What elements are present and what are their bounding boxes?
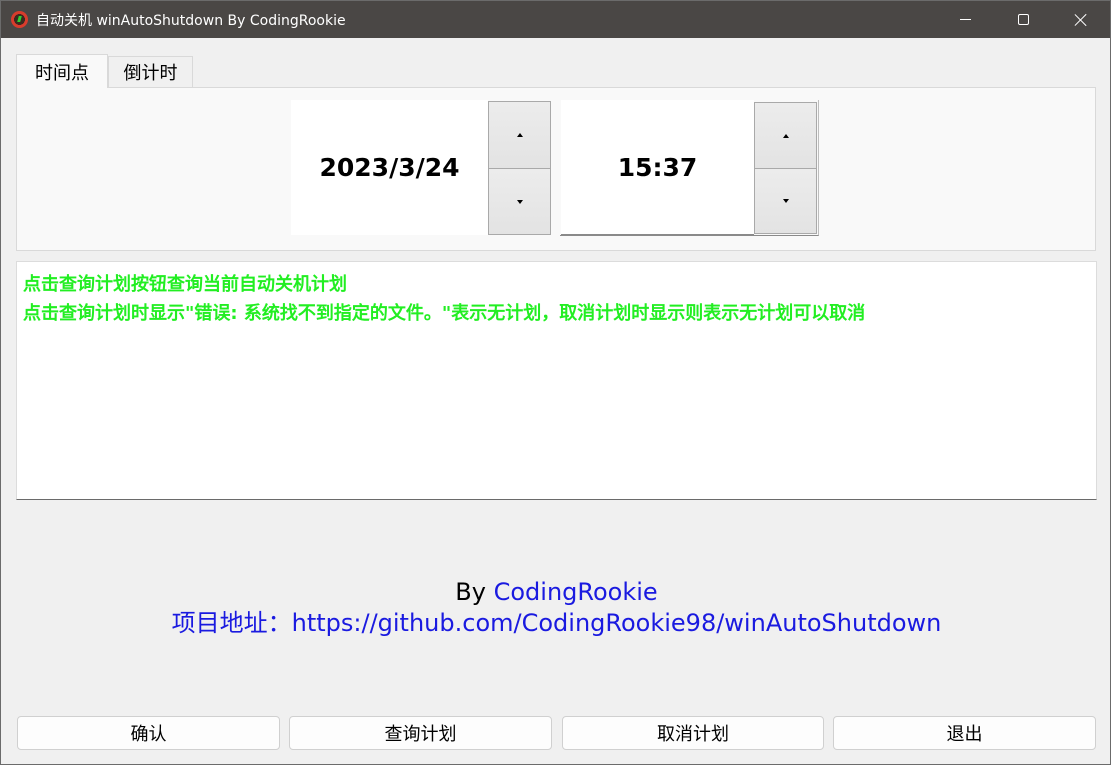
cancel-plan-button[interactable]: 取消计划 [562, 716, 824, 750]
date-decrement-button[interactable] [488, 168, 551, 235]
minimize-icon [959, 19, 971, 20]
title-bar[interactable]: 自动关机 winAutoShutdown By CodingRookie [1, 1, 1110, 38]
close-button[interactable] [1052, 1, 1110, 38]
output-textarea[interactable]: 点击查询计划按钮查询当前自动关机计划 点击查询计划时显示"错误: 系统找不到指定… [16, 261, 1097, 500]
author-credit: By CodingRookie [1, 577, 1111, 607]
output-line: 点击查询计划时显示"错误: 系统找不到指定的文件。"表示无计划，取消计划时显示则… [23, 303, 866, 324]
window-title: 自动关机 winAutoShutdown By CodingRookie [36, 13, 346, 29]
close-icon [1074, 13, 1088, 27]
time-input[interactable]: 15:37 [561, 100, 754, 235]
project-url-link[interactable]: https://github.com/CodingRookie98/winAut… [292, 609, 942, 637]
tab-countdown[interactable]: 倒计时 [108, 56, 193, 87]
time-increment-button[interactable] [754, 102, 817, 169]
tab-panel [16, 87, 1096, 251]
maximize-icon [1017, 14, 1029, 25]
minimize-button[interactable] [936, 1, 994, 38]
date-input[interactable]: 2023/3/24 [291, 100, 488, 235]
time-decrement-button[interactable] [754, 168, 817, 234]
tab-time-point[interactable]: 时间点 [16, 54, 108, 88]
maximize-button[interactable] [994, 1, 1052, 38]
date-increment-button[interactable] [488, 101, 551, 169]
confirm-button[interactable]: 确认 [17, 716, 280, 750]
app-window: 自动关机 winAutoShutdown By CodingRookie 时间点… [0, 0, 1111, 765]
caret-up-icon [782, 133, 789, 138]
caret-up-icon [516, 133, 523, 137]
query-plan-button[interactable]: 查询计划 [289, 716, 552, 750]
project-label: 项目地址： [171, 609, 292, 637]
credit-by-prefix: By [455, 578, 486, 606]
exit-button[interactable]: 退出 [833, 716, 1096, 750]
output-line: 点击查询计划按钮查询当前自动关机计划 [23, 274, 347, 295]
app-icon [11, 11, 28, 28]
caret-down-icon [782, 199, 789, 203]
author-name: CodingRookie [493, 578, 658, 606]
caret-down-icon [516, 199, 523, 204]
project-address: 项目地址：https://github.com/CodingRookie98/w… [1, 608, 1111, 638]
